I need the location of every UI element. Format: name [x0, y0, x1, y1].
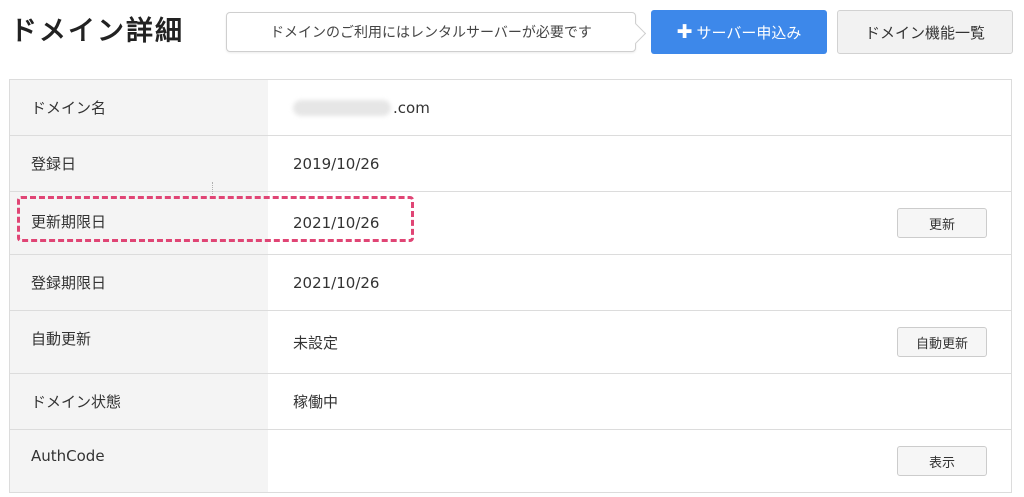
- table-row-authcode: AuthCode 表示: [10, 430, 1011, 493]
- server-required-callout: ドメインのご利用にはレンタルサーバーが必要です: [226, 12, 636, 52]
- table-row-domain-name: ドメイン名 .com: [10, 80, 1011, 136]
- page-title: ドメイン詳細: [10, 16, 184, 47]
- table-row-auto-renewal: 自動更新 未設定 自動更新: [10, 311, 1011, 374]
- row-value-auto-renewal: 未設定 自動更新: [268, 311, 1011, 373]
- row-label: 更新期限日: [10, 192, 268, 254]
- domain-features-button[interactable]: ドメイン機能一覧: [837, 10, 1013, 54]
- row-value: 2019/10/26: [268, 136, 1011, 191]
- row-label: 登録日: [10, 136, 268, 191]
- plus-icon: ✚: [676, 20, 693, 43]
- row-value-domain-name: .com: [268, 80, 1011, 135]
- renew-button[interactable]: 更新: [897, 208, 987, 238]
- callout-text: ドメインのご利用にはレンタルサーバーが必要です: [270, 25, 592, 41]
- row-label: AuthCode: [10, 430, 268, 492]
- auto-renew-button[interactable]: 自動更新: [897, 327, 987, 357]
- table-row-domain-status: ドメイン状態 稼働中: [10, 374, 1011, 430]
- row-label: ドメイン名: [10, 80, 268, 135]
- domain-detail-table: ドメイン名 .com 登録日 2019/10/26 更新期限日 2021/10/…: [9, 79, 1012, 493]
- row-label: ドメイン状態: [10, 374, 268, 429]
- server-apply-button[interactable]: ✚ サーバー申込み: [651, 10, 827, 54]
- show-authcode-button[interactable]: 表示: [897, 446, 987, 476]
- table-row-renewal-deadline: 更新期限日 2021/10/26 更新: [10, 192, 1011, 255]
- dotted-guide-mark: [212, 182, 214, 194]
- row-value-renewal-deadline: 2021/10/26 更新: [268, 192, 1011, 254]
- row-value: 2021/10/26: [268, 255, 1011, 310]
- row-value: 稼働中: [268, 374, 1011, 429]
- row-label: 登録期限日: [10, 255, 268, 310]
- row-value: 未設定: [293, 333, 339, 352]
- domain-detail-page: ドメイン詳細 ドメインのご利用にはレンタルサーバーが必要です ✚ サーバー申込み…: [0, 0, 1024, 497]
- table-row-registration-date: 登録日 2019/10/26: [10, 136, 1011, 192]
- domain-suffix: .com: [393, 98, 430, 117]
- row-label: 自動更新: [10, 311, 268, 373]
- row-value: 2021/10/26: [293, 214, 380, 232]
- row-value-authcode: 表示: [268, 430, 1011, 492]
- server-apply-button-label: サーバー申込み: [696, 23, 802, 42]
- domain-features-button-label: ドメイン機能一覧: [864, 23, 985, 42]
- blurred-domain-name: [293, 99, 391, 116]
- table-row-registration-deadline: 登録期限日 2021/10/26: [10, 255, 1011, 311]
